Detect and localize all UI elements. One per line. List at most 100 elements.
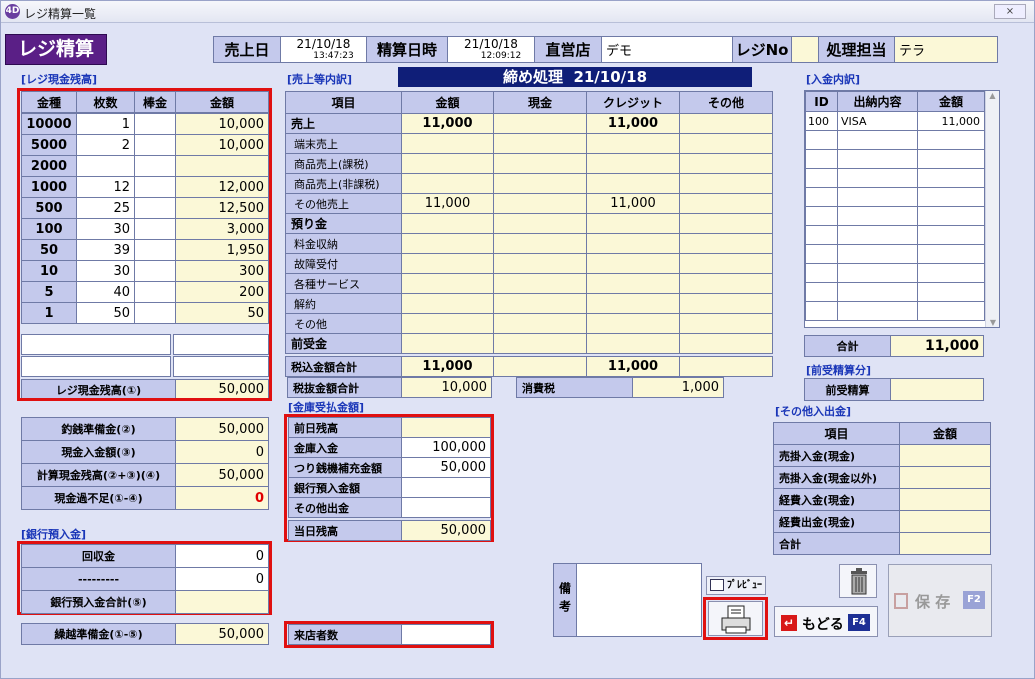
- nyukin-amount[interactable]: [917, 149, 985, 169]
- kinko-value[interactable]: 100,000: [401, 437, 491, 458]
- uriagebi-time: 13:47:23: [313, 50, 354, 61]
- nyukin-amount[interactable]: [917, 187, 985, 207]
- cash-count[interactable]: 1: [76, 113, 135, 135]
- nyukin-content[interactable]: [837, 168, 918, 188]
- nyukin-id[interactable]: [805, 130, 838, 150]
- cash-bou[interactable]: [134, 218, 176, 240]
- cash-count[interactable]: 30: [76, 260, 135, 282]
- cash-bou[interactable]: [134, 260, 176, 282]
- sales-row-amount: [401, 333, 494, 354]
- nyukin-id[interactable]: [805, 168, 838, 188]
- cash-total-label: レジ現金残高(①): [21, 379, 176, 400]
- cash-extra-1[interactable]: [21, 334, 171, 355]
- printer-icon: [721, 605, 751, 634]
- print-button[interactable]: [708, 601, 763, 636]
- sonota-value[interactable]: [899, 444, 991, 467]
- cash-extra-2[interactable]: [21, 356, 171, 377]
- nyukin-header-2: 金額: [917, 91, 985, 112]
- cash-count[interactable]: 25: [76, 197, 135, 219]
- title-bar: 4D レジ精算一覧 ⨯: [1, 1, 1034, 23]
- nyukin-amount[interactable]: [917, 130, 985, 150]
- nyukin-id[interactable]: 100: [805, 111, 838, 131]
- nyukin-id[interactable]: [805, 301, 838, 321]
- nyukin-amount[interactable]: [917, 282, 985, 302]
- cash-count[interactable]: 2: [76, 134, 135, 156]
- sales-total-cash: [493, 356, 587, 377]
- cash-count[interactable]: [76, 155, 135, 177]
- sonota-value[interactable]: [899, 466, 991, 489]
- nyukin-amount[interactable]: [917, 244, 985, 264]
- close-button[interactable]: ⨯: [994, 4, 1026, 19]
- cash-count[interactable]: 50: [76, 302, 135, 324]
- cash-count[interactable]: 12: [76, 176, 135, 198]
- scroll-up-icon[interactable]: ▲: [986, 91, 999, 100]
- cash-bou[interactable]: [134, 239, 176, 261]
- cash-count[interactable]: 40: [76, 281, 135, 303]
- cash-extra-1-amount[interactable]: [173, 334, 269, 355]
- nyukin-content[interactable]: [837, 149, 918, 169]
- nyukin-content[interactable]: [837, 282, 918, 302]
- modoru-button[interactable]: ↵ もどる F4: [774, 606, 878, 637]
- bank-value[interactable]: [175, 590, 269, 614]
- cash-bou[interactable]: [134, 155, 176, 177]
- nyukin-total-label: 合計: [804, 335, 891, 357]
- cash-bou[interactable]: [134, 302, 176, 324]
- tanto-value[interactable]: テラ: [894, 36, 998, 63]
- cash-header-1: 枚数: [76, 91, 135, 113]
- nyukin-id[interactable]: [805, 187, 838, 207]
- sales-section-title: [売上等内訳]: [287, 73, 353, 86]
- store-value[interactable]: デモ: [601, 36, 733, 63]
- nyukin-id[interactable]: [805, 206, 838, 226]
- kinko-value[interactable]: 50,000: [401, 457, 491, 478]
- cash-count[interactable]: 39: [76, 239, 135, 261]
- nyukin-id[interactable]: [805, 225, 838, 245]
- nyukin-id[interactable]: [805, 263, 838, 283]
- maeuke-value[interactable]: [890, 378, 984, 401]
- sales-row-amount: [401, 233, 494, 254]
- nyukin-content[interactable]: [837, 301, 918, 321]
- bank-value[interactable]: 0: [175, 567, 269, 591]
- nyukin-content[interactable]: [837, 263, 918, 283]
- sales-row-other: [679, 193, 773, 214]
- sonota-value[interactable]: [899, 488, 991, 511]
- nyukin-id[interactable]: [805, 282, 838, 302]
- cash-bou[interactable]: [134, 134, 176, 156]
- nyukin-content[interactable]: [837, 130, 918, 150]
- scroll-down-icon[interactable]: ▼: [986, 318, 1000, 327]
- delete-button[interactable]: [839, 564, 877, 598]
- nyukin-id[interactable]: [805, 149, 838, 169]
- nyukin-content[interactable]: [837, 244, 918, 264]
- regino-value[interactable]: [791, 36, 819, 63]
- bank-value[interactable]: 0: [175, 544, 269, 568]
- kinko-value[interactable]: [401, 477, 491, 498]
- kinko-label: つり銭機補充金額: [288, 457, 402, 478]
- kinko-section-title: [金庫受払金額]: [288, 401, 365, 414]
- biko-textarea[interactable]: [576, 563, 702, 637]
- cash-bou[interactable]: [134, 281, 176, 303]
- sonota-value[interactable]: [899, 510, 991, 533]
- bank-label: 銀行預入金合計(⑤): [21, 590, 176, 614]
- nyukin-content[interactable]: [837, 187, 918, 207]
- nyukin-amount[interactable]: [917, 225, 985, 245]
- cash-bou[interactable]: [134, 197, 176, 219]
- nyukin-amount[interactable]: 11,000: [917, 111, 985, 131]
- cash-extra-2-amount[interactable]: [173, 356, 269, 377]
- kinko-value[interactable]: [401, 417, 491, 438]
- nyukin-content[interactable]: [837, 206, 918, 226]
- preview-button[interactable]: ﾌﾟﾚﾋﾞｭｰ: [706, 576, 766, 595]
- nyukin-amount[interactable]: [917, 206, 985, 226]
- save-button[interactable]: 保 存 F2: [888, 564, 992, 637]
- raiten-value[interactable]: [401, 624, 491, 645]
- nyukin-content[interactable]: VISA: [837, 111, 918, 131]
- kinko-value[interactable]: [401, 497, 491, 518]
- sonota-value[interactable]: [899, 532, 991, 555]
- nyukin-scrollbar[interactable]: ▲ ▼: [985, 91, 999, 327]
- nyukin-amount[interactable]: [917, 263, 985, 283]
- cash-count[interactable]: 30: [76, 218, 135, 240]
- cash-bou[interactable]: [134, 113, 176, 135]
- nyukin-amount[interactable]: [917, 168, 985, 188]
- nyukin-amount[interactable]: [917, 301, 985, 321]
- cash-bou[interactable]: [134, 176, 176, 198]
- nyukin-content[interactable]: [837, 225, 918, 245]
- nyukin-id[interactable]: [805, 244, 838, 264]
